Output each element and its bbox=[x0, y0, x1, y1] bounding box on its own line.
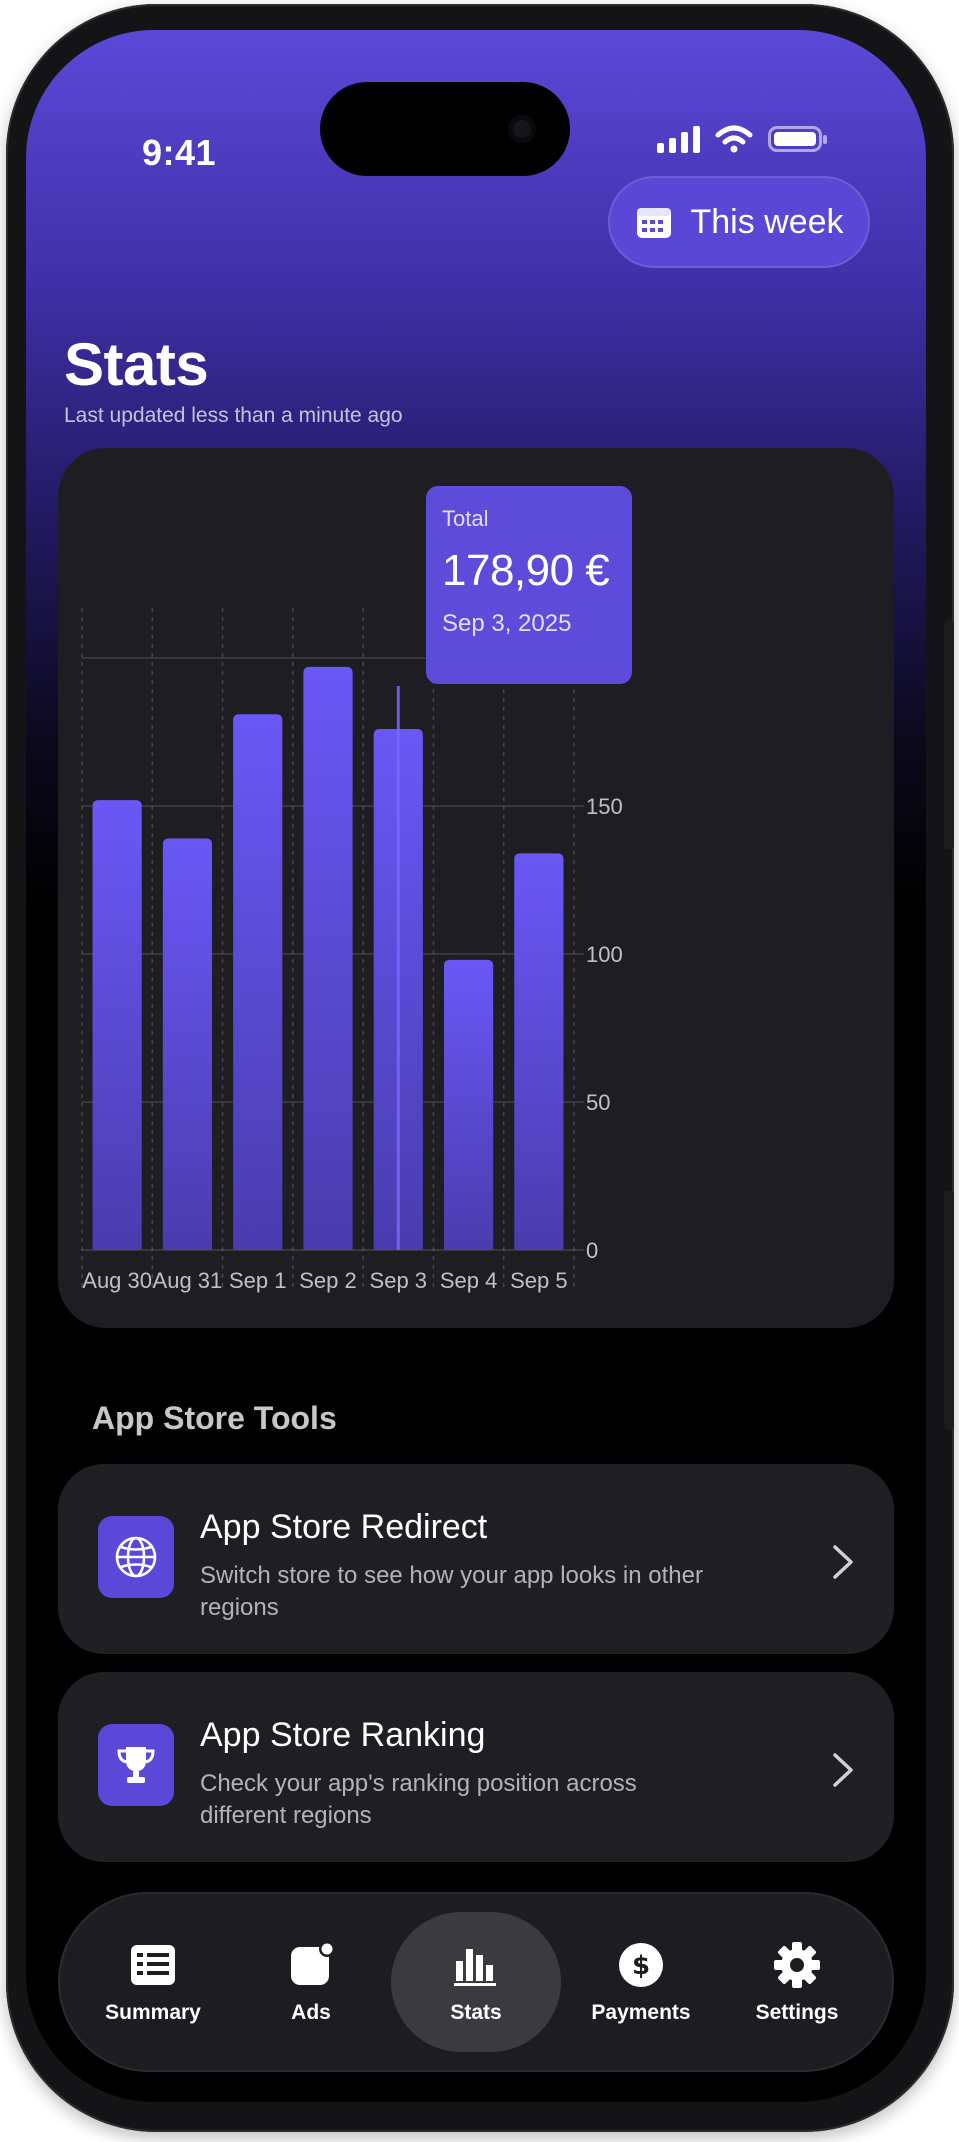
chart-bar bbox=[514, 853, 564, 1250]
camera-icon bbox=[508, 115, 536, 143]
tab-label: Summary bbox=[105, 2001, 201, 2024]
bar-chart-icon bbox=[454, 1949, 496, 1986]
tab-ads[interactable]: Ads bbox=[236, 1912, 386, 2052]
chevron-right-icon bbox=[833, 1545, 853, 1579]
x-axis-tick-label: Sep 3 bbox=[370, 1268, 428, 1293]
tool-title: App Store Ranking bbox=[200, 1716, 486, 1754]
x-axis-tick-label: Sep 2 bbox=[299, 1268, 357, 1293]
svg-text:$: $ bbox=[632, 1951, 650, 1981]
x-axis-tick-label: Aug 30 bbox=[82, 1268, 152, 1293]
tool-icon-box bbox=[98, 1516, 174, 1598]
tab-label: Payments bbox=[591, 2001, 691, 2024]
chart-bar bbox=[92, 800, 142, 1250]
chevron-right-icon bbox=[833, 1753, 853, 1787]
y-axis-tick-label: 100 bbox=[586, 942, 623, 967]
tab-payments[interactable]: $ Payments bbox=[566, 1912, 716, 2052]
tool-title: App Store Redirect bbox=[200, 1508, 488, 1546]
tab-settings[interactable]: Settings bbox=[722, 1912, 872, 2052]
chart-bar bbox=[443, 959, 494, 1250]
dollar-icon: $ bbox=[619, 1943, 663, 1987]
x-axis-tick-label: Aug 31 bbox=[153, 1268, 223, 1293]
gear-icon bbox=[774, 1942, 820, 1988]
calendar-icon bbox=[637, 208, 672, 238]
section-title-app-store-tools: App Store Tools bbox=[92, 1400, 337, 1436]
y-axis-tick-label: 50 bbox=[586, 1090, 610, 1115]
tooltip-date: Sep 3, 2025 bbox=[442, 610, 572, 637]
trophy-icon bbox=[117, 1747, 155, 1783]
tab-label: Stats bbox=[450, 2001, 502, 2024]
status-time: 9:41 bbox=[142, 132, 217, 173]
summary-list-icon bbox=[131, 1945, 175, 1985]
bottom-tab-bar: Summary Ads Stats $ Payments Settings bbox=[58, 1892, 894, 2072]
tool-description: Check your app's ranking position across… bbox=[200, 1770, 637, 1829]
last-updated-text: Last updated less than a minute ago bbox=[64, 404, 403, 427]
tab-label: Ads bbox=[291, 2001, 331, 2024]
tooltip-label: Total bbox=[442, 506, 489, 531]
chart-bar bbox=[162, 838, 213, 1250]
x-axis-tick-label: Sep 5 bbox=[510, 1268, 568, 1293]
wifi-icon bbox=[715, 125, 753, 153]
chart-bar bbox=[303, 666, 353, 1250]
battery-icon bbox=[768, 126, 827, 152]
period-selector-button[interactable]: This week bbox=[608, 176, 870, 268]
tab-stats[interactable]: Stats bbox=[391, 1912, 561, 2052]
globe-icon bbox=[115, 1536, 157, 1578]
tab-label: Settings bbox=[755, 2001, 839, 2024]
dynamic-island bbox=[320, 82, 570, 176]
y-axis-tick-label: 0 bbox=[586, 1238, 598, 1263]
tooltip-value: 178,90 € bbox=[442, 546, 610, 595]
x-axis-tick-label: Sep 4 bbox=[440, 1268, 498, 1293]
x-axis-tick-label: Sep 1 bbox=[229, 1268, 287, 1293]
app-store-ranking-card[interactable]: App Store Ranking Check your app's ranki… bbox=[58, 1672, 894, 1862]
tool-icon-box bbox=[98, 1724, 174, 1806]
tab-summary[interactable]: Summary bbox=[78, 1912, 228, 2052]
page-title: Stats bbox=[64, 331, 209, 398]
app-store-redirect-card[interactable]: App Store Redirect Switch store to see h… bbox=[58, 1464, 894, 1654]
phone-side-button bbox=[944, 620, 954, 850]
period-label: This week bbox=[690, 202, 844, 241]
chart-bar bbox=[233, 714, 283, 1250]
chart-tooltip: Total 178,90 € Sep 3, 2025 bbox=[426, 486, 632, 684]
y-axis-tick-label: 150 bbox=[586, 794, 623, 819]
ads-badge-icon bbox=[291, 1941, 335, 1985]
cellular-signal-icon bbox=[657, 125, 700, 153]
tool-description: Switch store to see how your app looks i… bbox=[200, 1562, 703, 1621]
status-icons bbox=[657, 124, 827, 154]
app-screen: 9:41 This week Stats Last updated less t… bbox=[26, 30, 926, 2102]
phone-side-button bbox=[944, 1190, 954, 1430]
